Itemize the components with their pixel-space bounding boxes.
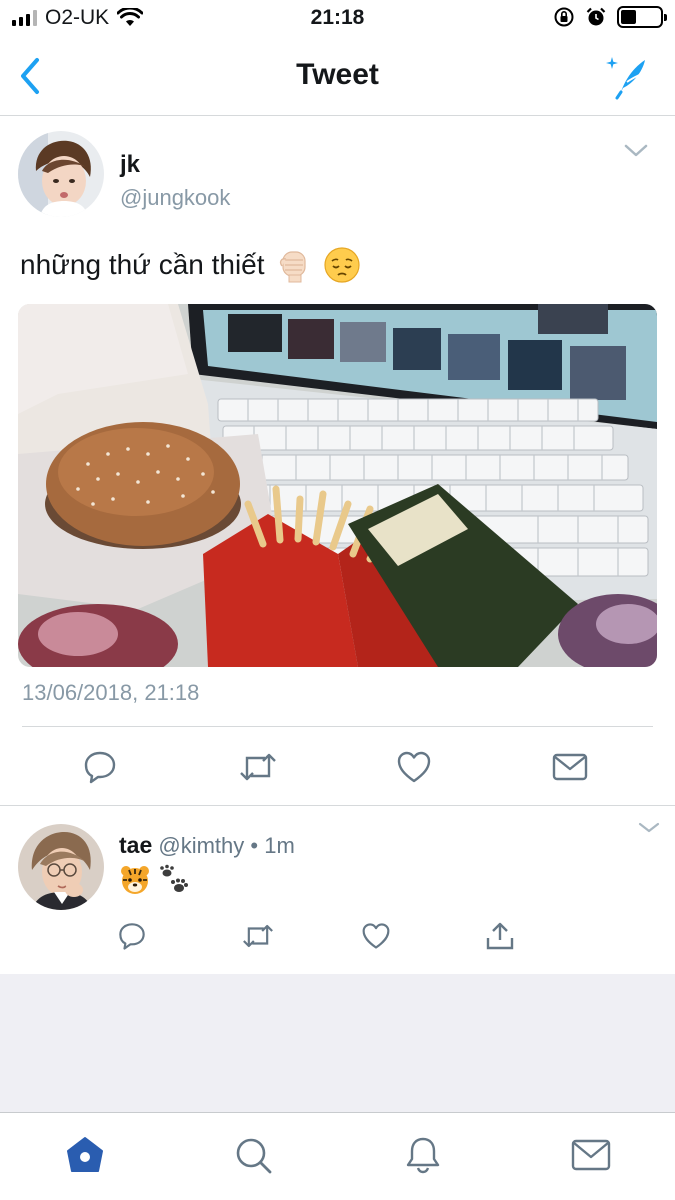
home-icon bbox=[67, 1137, 103, 1172]
reply-author-name[interactable]: tae bbox=[119, 832, 152, 858]
reply-like-button[interactable] bbox=[356, 916, 396, 956]
author-handle[interactable]: @jungkook bbox=[120, 185, 230, 211]
tab-search[interactable] bbox=[231, 1133, 275, 1177]
reply-icon bbox=[119, 923, 145, 950]
reply-action-bar bbox=[0, 916, 675, 956]
tweet-text-content: những thứ cần thiết bbox=[20, 249, 265, 280]
orientation-lock-icon bbox=[554, 7, 574, 27]
reply-author-avatar[interactable] bbox=[18, 824, 104, 910]
reply-retweet-button[interactable] bbox=[238, 916, 278, 956]
avatar-photo bbox=[18, 131, 104, 217]
retweet-icon bbox=[243, 924, 273, 948]
reply-share-button[interactable] bbox=[480, 916, 520, 956]
compose-feather-icon bbox=[606, 57, 645, 100]
food-laptop-photo bbox=[18, 304, 657, 667]
empty-background bbox=[0, 974, 675, 1112]
notifications-icon bbox=[406, 1137, 440, 1174]
chevron-down-icon bbox=[624, 144, 648, 157]
tweet-options-button[interactable] bbox=[623, 141, 649, 161]
page-title: Tweet bbox=[296, 58, 379, 91]
reply-icon bbox=[84, 751, 116, 784]
retweet-icon bbox=[240, 753, 276, 781]
paw-prints-emoji bbox=[157, 864, 189, 896]
author-name[interactable]: jk bbox=[120, 151, 140, 179]
reply-button[interactable] bbox=[78, 745, 122, 789]
navigation-bar: Tweet bbox=[0, 38, 675, 116]
reply-time: 1m bbox=[264, 833, 295, 858]
reply-header: tae @kimthy • 1m bbox=[119, 832, 295, 859]
like-icon bbox=[397, 751, 431, 783]
share-icon bbox=[486, 922, 514, 950]
retweet-button[interactable] bbox=[236, 745, 280, 789]
reply-separator: • bbox=[250, 833, 259, 858]
tweet-action-bar bbox=[0, 745, 675, 789]
tab-messages[interactable] bbox=[569, 1133, 613, 1177]
reply-tweet[interactable]: tae @kimthy • 1m bbox=[0, 806, 675, 974]
compose-tweet-button[interactable] bbox=[601, 52, 649, 100]
tweet-timestamp: 13/06/2018, 21:18 bbox=[22, 680, 200, 705]
battery-fill bbox=[621, 10, 637, 24]
reply-author-handle[interactable]: @kimthy bbox=[158, 833, 244, 858]
reply-options-button[interactable] bbox=[637, 820, 661, 836]
alarm-icon bbox=[586, 7, 606, 26]
tiger-face-emoji bbox=[119, 864, 151, 896]
tweet-text: những thứ cần thiết bbox=[20, 245, 361, 285]
avatar-photo bbox=[18, 824, 104, 910]
chevron-down-icon bbox=[638, 822, 660, 833]
raised-fist-emoji bbox=[275, 246, 313, 284]
status-bar: O2-UK 21:18 bbox=[0, 0, 675, 38]
tab-bar bbox=[0, 1112, 675, 1200]
direct-message-icon bbox=[552, 753, 588, 781]
tweet-photo[interactable] bbox=[18, 304, 657, 667]
pensive-face-emoji bbox=[323, 246, 361, 284]
divider bbox=[22, 726, 653, 727]
search-icon bbox=[236, 1138, 272, 1174]
messages-icon bbox=[571, 1139, 611, 1171]
status-right bbox=[553, 6, 667, 28]
reply-reply-button[interactable] bbox=[112, 916, 152, 956]
reply-text bbox=[119, 864, 189, 896]
like-icon bbox=[362, 923, 390, 949]
tab-notifications[interactable] bbox=[401, 1133, 445, 1177]
tab-home[interactable] bbox=[63, 1133, 107, 1177]
direct-message-button[interactable] bbox=[548, 745, 592, 789]
battery-icon bbox=[617, 6, 667, 28]
author-avatar[interactable] bbox=[18, 131, 104, 217]
like-button[interactable] bbox=[392, 745, 436, 789]
